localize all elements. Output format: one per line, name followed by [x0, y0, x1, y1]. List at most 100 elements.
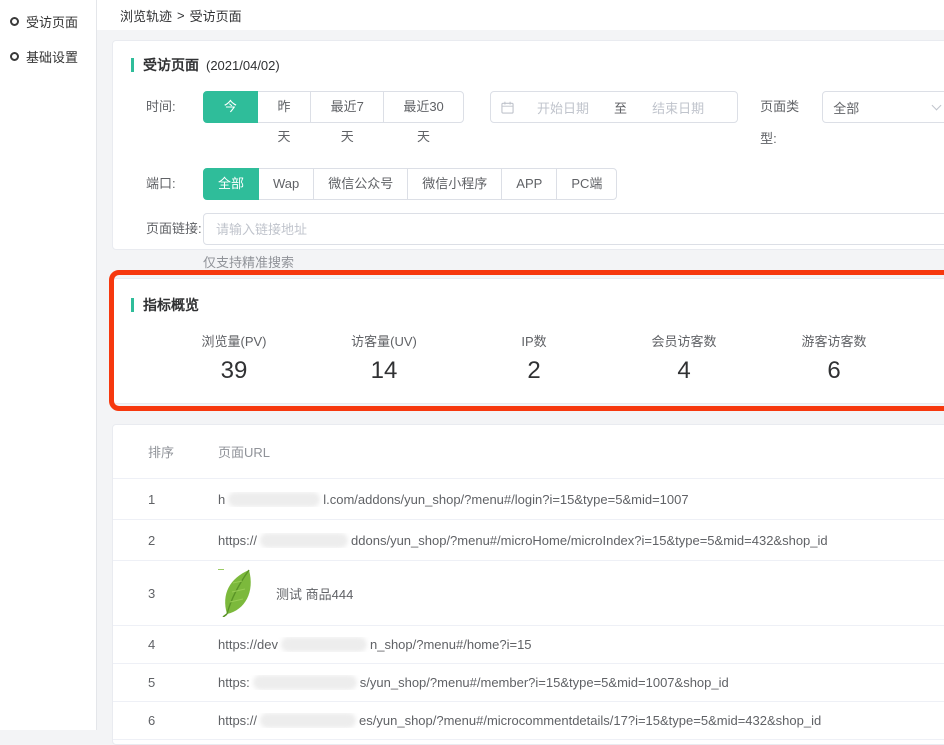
table-row: 5 https: s/yun_shop/?menu#/member?i=15&t…	[113, 664, 944, 702]
date-range-separator: 至	[612, 98, 629, 117]
page-title: 受访页面	[143, 55, 199, 75]
sidebar-item-label: 受访页面	[26, 12, 78, 31]
port-filter-row: 端口: 全部Wap微信公众号微信小程序APPPC端	[131, 168, 944, 200]
start-date-input[interactable]: 开始日期	[514, 98, 612, 117]
metrics-row: 浏览量(PV) 39 访客量(UV) 14 IP数 2 会员访客数 4 游客访客…	[159, 331, 944, 385]
port-filter-option[interactable]: 微信公众号	[313, 168, 408, 200]
circle-bullet-icon	[10, 52, 19, 61]
main-area: 浏览轨迹 > 受访页面 受访页面 (2021/04/02) 时间: 今天昨天最近…	[97, 0, 944, 730]
url-suffix: l.com/addons/yun_shop/?menu#/login?i=15&…	[323, 492, 688, 507]
port-filter-option[interactable]: Wap	[258, 168, 314, 200]
url-suffix: es/yun_shop/?menu#/microcommentdetails/1…	[359, 713, 821, 728]
metric-value: 2	[459, 357, 609, 385]
metric-label: 会员访客数	[609, 331, 759, 350]
page-link-label: 页面链接:	[146, 213, 203, 245]
row-rank: 4	[113, 637, 218, 652]
page-link-input[interactable]	[203, 213, 944, 245]
row-url: h l.com/addons/yun_shop/?menu#/login?i=1…	[218, 492, 944, 507]
url-suffix: s/yun_shop/?menu#/member?i=15&type=5&mid…	[360, 675, 729, 690]
metric-label: 访客量(UV)	[309, 331, 459, 350]
url-prefix: https://	[218, 533, 257, 548]
redacted-segment	[260, 533, 348, 548]
row-rank: 2	[113, 533, 218, 548]
row-url: https:// ddons/yun_shop/?menu#/microHome…	[218, 533, 944, 548]
metric-value: 6	[759, 357, 909, 385]
metric-label: 游客访客数	[759, 331, 909, 350]
page-type-select[interactable]: 全部	[822, 91, 944, 123]
metric: 访客量(UV) 14	[309, 331, 459, 385]
rank-column-header: 排序	[113, 442, 218, 461]
breadcrumb-parent[interactable]: 浏览轨迹	[120, 6, 172, 25]
metrics-card: 指标概览 浏览量(PV) 39 访客量(UV) 14 IP数 2 会员访客数 4…	[112, 278, 944, 404]
row-product: 测试 商品444	[218, 569, 944, 617]
row-url: https:// es/yun_shop/?menu#/microcomment…	[218, 713, 944, 728]
metric-label: 浏览量(PV)	[159, 331, 309, 350]
port-filter-option[interactable]: 微信小程序	[407, 168, 502, 200]
filter-card-title: 受访页面 (2021/04/02)	[131, 55, 944, 75]
time-filter-option[interactable]: 最近30天	[383, 91, 464, 123]
url-prefix: https:	[218, 675, 250, 690]
url-prefix: https://dev	[218, 637, 278, 652]
report-date: (2021/04/02)	[206, 58, 280, 73]
sidebar-item-1[interactable]: 受访页面	[0, 4, 96, 39]
page-type-label: 页面类型:	[760, 91, 814, 155]
row-url: https: s/yun_shop/?menu#/member?i=15&typ…	[218, 675, 944, 690]
table-row: 6 https:// es/yun_shop/?menu#/microcomme…	[113, 702, 944, 740]
metric-value: 4	[609, 357, 759, 385]
page-link-row: 页面链接: 仅支持精准搜索	[131, 213, 944, 271]
metric-label: IP数	[459, 331, 609, 350]
url-table-card: 排序 页面URL 1 h l.com/addons/yun_shop/?menu…	[112, 424, 944, 745]
port-filter-option[interactable]: 全部	[203, 168, 259, 200]
metrics-section: 指标概览 浏览量(PV) 39 访客量(UV) 14 IP数 2 会员访客数 4…	[112, 278, 944, 404]
port-filter-option[interactable]: APP	[501, 168, 557, 200]
table-header-row: 排序 页面URL	[113, 425, 944, 479]
circle-bullet-icon	[10, 17, 19, 26]
port-filter-label: 端口:	[146, 168, 203, 200]
date-range-picker[interactable]: 开始日期 至 结束日期	[490, 91, 738, 123]
metric: 游客访客数 6	[759, 331, 909, 385]
filter-card: 受访页面 (2021/04/02) 时间: 今天昨天最近7天最近30天 开始日期…	[112, 40, 944, 250]
port-filter-option[interactable]: PC端	[556, 168, 617, 200]
redacted-segment	[281, 637, 367, 652]
url-prefix: h	[218, 492, 225, 507]
row-rank: 3	[113, 586, 218, 601]
row-url: https://dev n_shop/?menu#/home?i=15	[218, 637, 944, 652]
metric: 会员访客数 4	[609, 331, 759, 385]
time-filter-option[interactable]: 最近7天	[310, 91, 384, 123]
row-rank: 1	[113, 492, 218, 507]
breadcrumb-current: 受访页面	[190, 6, 242, 25]
url-prefix: https://	[218, 713, 257, 728]
url-column-header: 页面URL	[218, 442, 944, 461]
metrics-title-row: 指标概览	[131, 295, 944, 315]
metric: 浏览量(PV) 39	[159, 331, 309, 385]
table-row: 2 https:// ddons/yun_shop/?menu#/microHo…	[113, 520, 944, 561]
section-accent-bar	[131, 58, 134, 72]
metric-value: 14	[309, 357, 459, 385]
sidebar-item-2[interactable]: 基础设置	[0, 39, 96, 74]
time-filter-option[interactable]: 今天	[203, 91, 258, 123]
calendar-icon	[501, 101, 514, 114]
page-link-hint: 仅支持精准搜索	[203, 252, 944, 271]
page-type-value: 全部	[833, 98, 859, 117]
table-row: 1 h l.com/addons/yun_shop/?menu#/login?i…	[113, 479, 944, 520]
redacted-segment	[260, 713, 356, 728]
metrics-title: 指标概览	[143, 295, 199, 315]
end-date-input[interactable]: 结束日期	[629, 98, 727, 117]
redacted-segment	[253, 675, 357, 690]
product-name: 测试 商品444	[276, 584, 353, 603]
leaf-image-icon	[218, 569, 258, 617]
time-filter-label: 时间:	[146, 91, 203, 123]
url-suffix: ddons/yun_shop/?menu#/microHome/microInd…	[351, 533, 828, 548]
table-row: 3 测试 商品444	[113, 561, 944, 626]
time-filter-option[interactable]: 昨天	[257, 91, 312, 123]
table-body: 1 h l.com/addons/yun_shop/?menu#/login?i…	[113, 479, 944, 740]
product-thumbnail	[218, 569, 258, 617]
url-suffix: n_shop/?menu#/home?i=15	[370, 637, 532, 652]
sidebar-item-label: 基础设置	[26, 47, 78, 66]
content: 受访页面 (2021/04/02) 时间: 今天昨天最近7天最近30天 开始日期…	[97, 30, 944, 730]
chevron-down-icon	[932, 101, 942, 111]
time-button-group: 今天昨天最近7天最近30天	[203, 91, 464, 123]
row-rank: 6	[113, 713, 218, 728]
time-filter-row: 时间: 今天昨天最近7天最近30天 开始日期 至 结束日期 页面类型: 全部	[131, 91, 944, 155]
port-button-group: 全部Wap微信公众号微信小程序APPPC端	[203, 168, 617, 200]
